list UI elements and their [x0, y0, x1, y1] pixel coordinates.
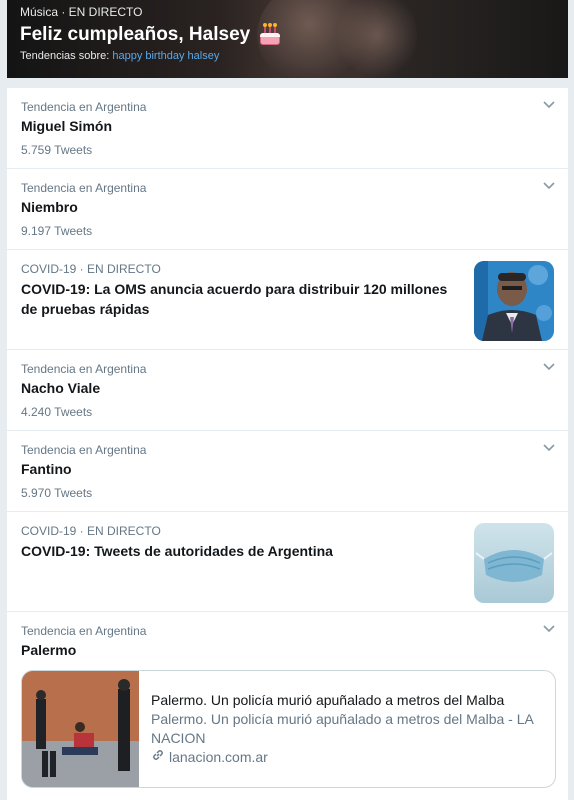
trend-tweet-count: 5.970 Tweets: [21, 486, 93, 500]
hero-trending-prefix: Tendencias sobre:: [20, 50, 110, 62]
chevron-down-icon[interactable]: [542, 100, 556, 110]
trend-context: Tendencia en Argentina: [21, 181, 147, 195]
birthday-cake-icon: [258, 23, 282, 46]
hero-context: Música · EN DIRECTO: [20, 5, 143, 19]
chevron-down-icon[interactable]: [542, 181, 556, 191]
trend-item[interactable]: Tendencia en Argentina Fantino 5.970 Twe…: [7, 431, 568, 512]
chevron-down-icon[interactable]: [542, 362, 556, 372]
link-card[interactable]: Palermo. Un policía murió apuñalado a me…: [21, 670, 556, 788]
trend-name: Palermo: [21, 642, 77, 658]
trends-panel: Música · EN DIRECTO Feliz cumpleaños, Ha…: [6, 0, 569, 800]
trend-item[interactable]: Tendencia en Argentina Nacho Viale 4.240…: [7, 350, 568, 431]
trend-context: Tendencia en Argentina: [21, 624, 147, 638]
news-headline: COVID-19: La OMS anuncia acuerdo para di…: [21, 281, 448, 317]
trend-tweet-count: 4.240 Tweets: [21, 405, 93, 419]
news-headline: COVID-19: Tweets de autoridades de Argen…: [21, 543, 333, 559]
chevron-down-icon[interactable]: [542, 624, 556, 634]
trend-context: Tendencia en Argentina: [21, 100, 147, 114]
link-card-title: Palermo. Un policía murió apuñalado a me…: [151, 692, 505, 708]
news-item[interactable]: COVID-19 · EN DIRECTO COVID-19: La OMS a…: [7, 250, 568, 350]
trend-item[interactable]: Tendencia en Argentina Niembro 9.197 Twe…: [7, 169, 568, 250]
explore-frame: Música · EN DIRECTO Feliz cumpleaños, Ha…: [0, 0, 574, 800]
trend-tweet-count: 9.197 Tweets: [21, 224, 93, 238]
news-thumbnail: [474, 261, 554, 341]
trend-item[interactable]: Tendencia en Argentina Palermo Palermo. …: [7, 612, 568, 798]
link-card-domain-text: lanacion.com.ar: [169, 749, 268, 765]
hero-trending-link[interactable]: happy birthday halsey: [112, 50, 219, 62]
link-card-description: Palermo. Un policía murió apuñalado a me…: [151, 711, 534, 746]
news-context: COVID-19 · EN DIRECTO: [21, 262, 161, 276]
news-thumbnail: [474, 523, 554, 603]
trend-context: Tendencia en Argentina: [21, 443, 147, 457]
trend-tweet-count: 5.759 Tweets: [21, 143, 93, 157]
hero-trending-line: Tendencias sobre: happy birthday halsey: [20, 49, 555, 63]
hero-title: Feliz cumpleaños, Halsey: [20, 23, 555, 47]
hero-title-text: Feliz cumpleaños, Halsey: [20, 24, 251, 45]
trend-name: Fantino: [21, 461, 72, 477]
news-item[interactable]: COVID-19 · EN DIRECTO COVID-19: Tweets d…: [7, 512, 568, 612]
trend-item[interactable]: Tendencia en Argentina Miguel Simón 5.75…: [7, 88, 568, 169]
link-card-image: [22, 671, 139, 787]
trend-name: Miguel Simón: [21, 118, 112, 134]
section-divider: [7, 78, 568, 88]
hero-event[interactable]: Música · EN DIRECTO Feliz cumpleaños, Ha…: [7, 0, 568, 78]
link-card-domain: lanacion.com.ar: [151, 748, 543, 767]
trend-name: Niembro: [21, 199, 78, 215]
chevron-down-icon[interactable]: [542, 443, 556, 453]
news-context: COVID-19 · EN DIRECTO: [21, 524, 161, 538]
trend-name: Nacho Viale: [21, 380, 101, 396]
link-icon: [151, 748, 165, 767]
trend-context: Tendencia en Argentina: [21, 362, 147, 376]
